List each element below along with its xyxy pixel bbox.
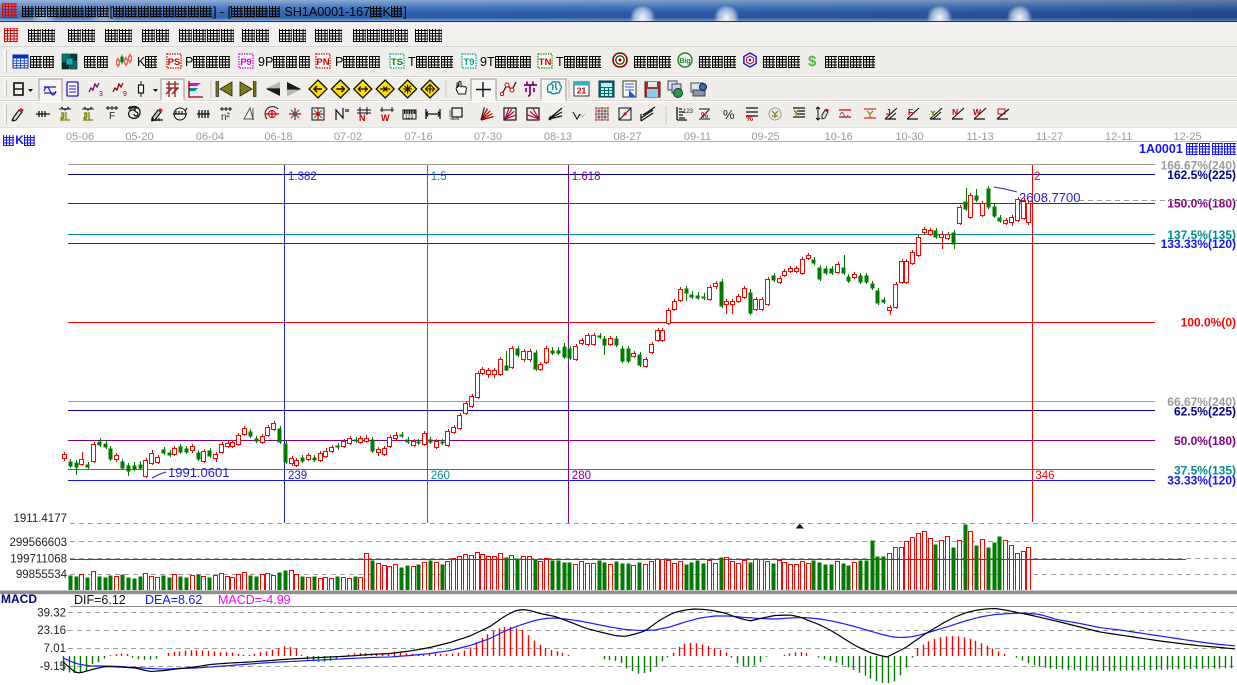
- svg-text:39.32: 39.32: [37, 607, 66, 619]
- svg-text:100.0%(0): 100.0%(0): [1181, 316, 1236, 330]
- svg-text:Big: Big: [679, 58, 690, 65]
- svg-text:MACD=-4.99: MACD=-4.99: [218, 593, 291, 607]
- svg-text:99855534: 99855534: [16, 569, 68, 581]
- svg-text:62.5%(225): 62.5%(225): [1174, 404, 1236, 418]
- svg-text:199711068: 199711068: [10, 554, 67, 566]
- svg-text:50.0%(180): 50.0%(180): [1174, 434, 1236, 448]
- svg-text:DIF=6.12: DIF=6.12: [74, 593, 126, 607]
- svg-text:7.01: 7.01: [44, 643, 66, 655]
- svg-text:1.5: 1.5: [431, 171, 447, 183]
- svg-text:3: 3: [99, 91, 103, 98]
- svg-text:F: F: [109, 111, 115, 122]
- svg-text:PN: PN: [316, 57, 329, 68]
- svg-text:W: W: [381, 113, 390, 123]
- svg-text:MACD: MACD: [1, 592, 37, 606]
- svg-text:N: N: [359, 113, 366, 123]
- svg-text:346: 346: [1035, 470, 1054, 482]
- svg-text:-9.15: -9.15: [40, 661, 66, 673]
- svg-text:PS: PS: [168, 57, 181, 68]
- svg-text:%: %: [701, 111, 708, 120]
- svg-text:W: W: [973, 107, 982, 117]
- svg-text:T9: T9: [463, 57, 474, 68]
- svg-text:123: 123: [405, 115, 414, 121]
- svg-text:9: 9: [123, 91, 127, 98]
- svg-text:150.0%(180): 150.0%(180): [1167, 197, 1236, 211]
- svg-text:N: N: [952, 107, 958, 117]
- svg-text:F: F: [908, 107, 913, 117]
- svg-text:2: 2: [1034, 171, 1040, 183]
- svg-text:$: $: [808, 53, 817, 70]
- svg-text:133.33%(120): 133.33%(120): [1161, 237, 1236, 251]
- svg-text:DEA=8.62: DEA=8.62: [145, 593, 202, 607]
- svg-text:TN: TN: [539, 57, 552, 68]
- svg-text:299566603: 299566603: [9, 537, 67, 549]
- svg-text:1991.0601: 1991.0601: [168, 465, 229, 480]
- svg-text:33.33%(120): 33.33%(120): [1167, 474, 1236, 488]
- svg-text:1911.4177: 1911.4177: [13, 513, 67, 525]
- svg-text:162.5%(225): 162.5%(225): [1167, 168, 1236, 182]
- svg-text:1.618: 1.618: [572, 171, 601, 183]
- svg-text:280: 280: [572, 470, 591, 482]
- svg-text:J: J: [886, 107, 891, 117]
- svg-text:23.16: 23.16: [37, 625, 66, 637]
- svg-text:%: %: [746, 114, 753, 123]
- svg-text:%: %: [723, 107, 735, 122]
- svg-text:P9: P9: [240, 57, 252, 68]
- svg-text:21: 21: [577, 86, 587, 96]
- svg-text:2608.7700: 2608.7700: [1019, 190, 1080, 205]
- svg-text:n²: n²: [221, 112, 231, 123]
- svg-text:TS: TS: [391, 57, 403, 68]
- svg-text:1.382: 1.382: [288, 171, 317, 183]
- svg-text:239: 239: [288, 470, 307, 482]
- svg-text:260: 260: [431, 470, 450, 482]
- svg-text:123: 123: [683, 109, 694, 115]
